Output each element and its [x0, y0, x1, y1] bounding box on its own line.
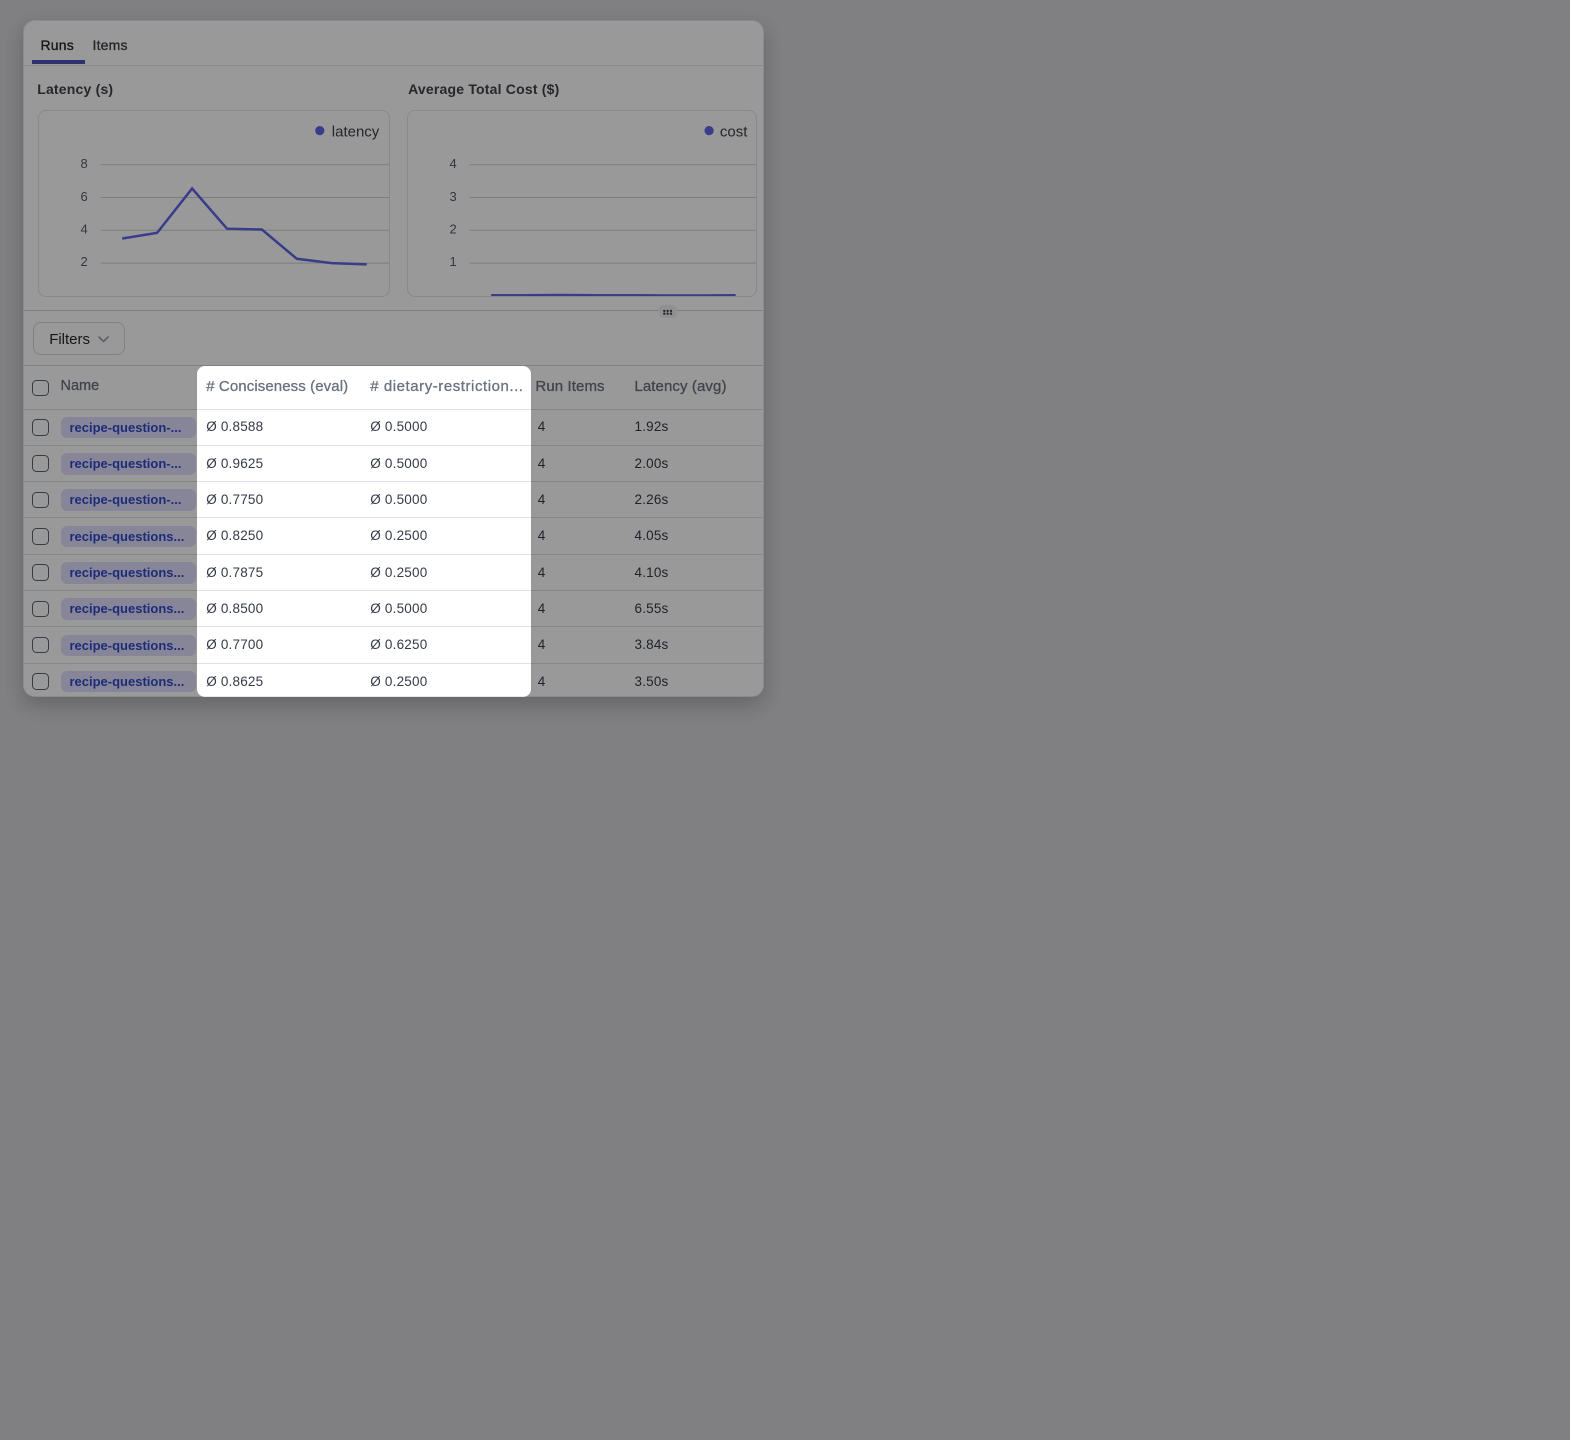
svg-text:8: 8	[80, 156, 87, 171]
svg-text:2: 2	[80, 254, 87, 269]
svg-text:2: 2	[450, 221, 457, 236]
svg-text:1: 1	[450, 254, 457, 269]
svg-text:3: 3	[450, 189, 457, 204]
svg-text:4: 4	[450, 156, 457, 171]
svg-text:cost: cost	[720, 123, 748, 140]
svg-text:6: 6	[80, 189, 87, 204]
svg-text:4: 4	[80, 221, 87, 236]
svg-text:latency: latency	[332, 123, 380, 140]
